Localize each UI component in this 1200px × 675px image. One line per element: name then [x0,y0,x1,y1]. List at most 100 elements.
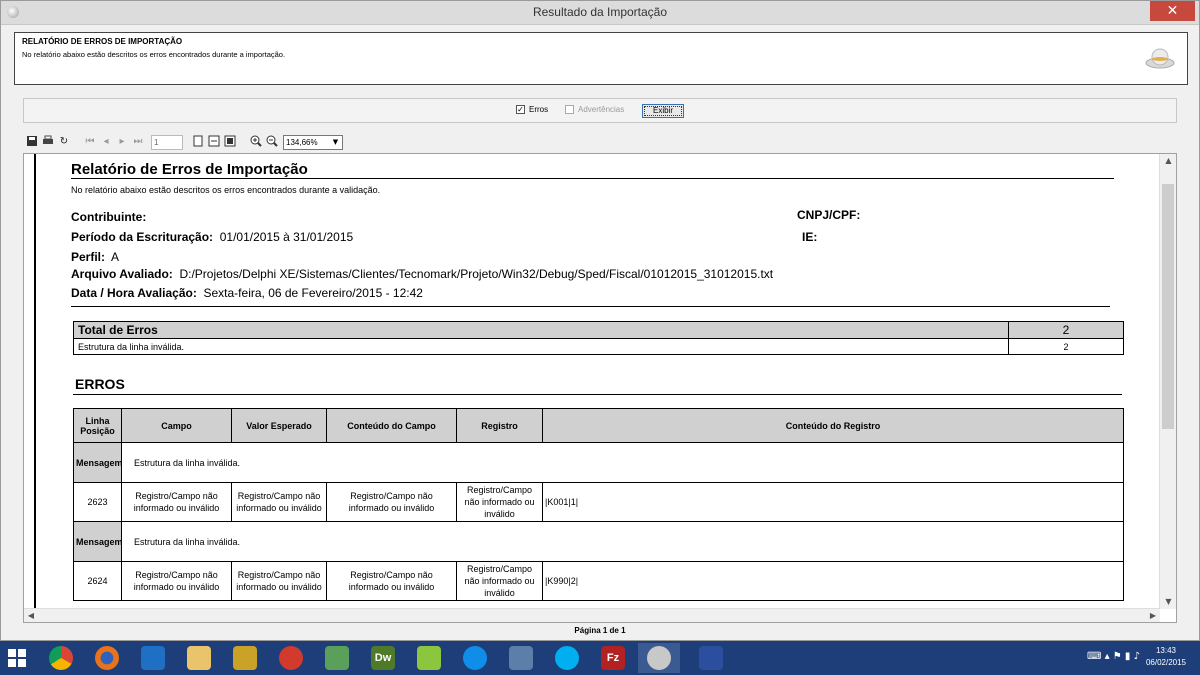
hat-logo-icon [1145,48,1175,69]
scroll-right-icon[interactable]: ▶ [1146,609,1160,622]
report-title: Relatório de Erros de Importação [71,161,308,178]
virtualbox-icon[interactable] [500,643,542,673]
report-subtitle: No relatório abaixo estão descritos os e… [71,185,381,195]
advertencias-check-box[interactable] [565,105,574,114]
single-page-icon[interactable] [191,135,205,149]
scroll-up-icon[interactable]: ▲ [1160,154,1176,168]
mensagem-text: Estrutura da linha inválida. [121,442,1124,483]
vertical-scrollbar[interactable]: ▲ ▼ [1159,154,1176,609]
col-linha-posicao: Linha Posição [73,408,122,443]
preview-toolbar: ↻ ⏮ ◂ ▸ ⏭ 1 134,66% ▼ [23,133,523,153]
app-red-icon[interactable] [270,643,312,673]
cell-campo: Registro/Campo não informado ou inválido [121,482,232,522]
data-hora-value: Sexta-feira, 06 de Fevereiro/2015 - 12:4… [203,286,423,300]
zoom-out-icon[interactable] [265,135,279,149]
cnpj-label: CNPJ/CPF: [797,208,861,222]
skype-icon[interactable] [546,643,588,673]
col-posicao-label: Posição [80,425,115,436]
header-title: RELATÓRIO DE ERROS DE IMPORTAÇÃO [22,37,183,46]
col-valor-esperado: Valor Esperado [231,408,327,443]
zoom-select[interactable]: 134,66% ▼ [283,135,343,150]
app-blue-icon[interactable] [690,643,732,673]
total-row-label: Estrutura da linha inválida. [73,338,1009,355]
total-row: Estrutura da linha inválida. 2 [73,338,1124,355]
window-title: Resultado da Importação [532,5,668,19]
delphi-icon[interactable] [224,643,266,673]
table-row: 2623 Registro/Campo não informado ou inv… [73,482,1124,522]
perfil-field: Perfil: A [71,250,119,264]
scroll-down-icon[interactable]: ▼ [1160,595,1176,609]
col-campo: Campo [121,408,232,443]
col-linha-label: Linha [85,415,110,426]
total-header-row: Total de Erros 2 [73,321,1124,339]
windows-start-icon[interactable] [8,649,26,667]
cell-linha: 2623 [73,482,122,522]
erros-rule [73,394,1122,395]
teamviewer-icon[interactable] [454,643,496,673]
mensagem-row: Mensagem Estrutura da linha inválida. [73,521,1124,562]
outlook-icon[interactable] [132,643,174,673]
ie-label: IE: [802,230,818,244]
firefox-icon[interactable] [86,643,128,673]
contribuinte-field: Contribuinte: [71,210,146,224]
total-row-value: 2 [1008,338,1124,355]
data-hora-field: Data / Hora Avaliação: Sexta-feira, 06 d… [71,286,423,300]
ie-field: IE: [802,230,817,244]
chevron-down-icon[interactable]: ▼ [330,136,341,149]
last-page-icon[interactable]: ⏭ [131,135,145,149]
advertencias-checkbox[interactable]: Advertências [565,105,624,114]
clock-date: 06/02/2015 [1145,658,1186,667]
clock[interactable]: 13:43 06/02/2015 [1146,645,1186,669]
cell-conteudo-registro: |K001|1| [542,482,1124,522]
erros-header-row: Linha Posição Campo Valor Esperado Conte… [73,408,1124,443]
print-icon[interactable] [41,135,55,149]
cell-conteudo-campo: Registro/Campo não informado ou inválido [326,482,457,522]
page-number-input[interactable]: 1 [151,135,183,150]
full-page-icon[interactable] [223,135,237,149]
erros-check-box[interactable]: ✓ [516,105,525,114]
exibir-button[interactable]: Exibir [642,104,684,118]
zoom-value: 134,66% [286,138,318,147]
erros-table: Linha Posição Campo Valor Esperado Conte… [73,408,1124,601]
app-gray-icon[interactable] [638,643,680,673]
first-page-icon[interactable]: ⏮ [83,135,97,149]
col-conteudo-registro: Conteúdo do Registro [542,408,1124,443]
advertencias-label: Advertências [578,105,625,114]
mensagem-text: Estrutura da linha inválida. [121,521,1124,562]
scroll-thumb[interactable] [1162,184,1174,429]
filezilla-icon[interactable]: Fz [592,643,634,673]
main-window: Resultado da Importação ✕ RELATÓRIO DE E… [0,0,1200,641]
filezilla-label: Fz [601,646,625,670]
save-icon[interactable] [25,135,39,149]
erros-section-title: ERROS [75,376,125,392]
page-width-icon[interactable] [207,135,221,149]
erros-checkbox[interactable]: ✓ Erros [516,105,548,114]
col-registro: Registro [456,408,543,443]
taskbar: Dw Fz ⌨ ▴ ⚑ ▮ ♪ 13:43 06/02/2015 [0,641,1200,675]
contribuinte-label: Contribuinte: [71,210,147,224]
data-hora-label: Data / Hora Avaliação: [71,286,197,300]
prev-page-icon[interactable]: ◂ [99,135,113,149]
app-green-icon[interactable] [316,643,358,673]
horizontal-scrollbar[interactable]: ◀ ▶ [24,608,1160,622]
cell-valor: Registro/Campo não informado ou inválido [231,482,327,522]
dreamweaver-icon[interactable]: Dw [362,643,404,673]
mensagem-label: Mensagem [73,521,123,562]
cnpj-field: CNPJ/CPF: [797,208,860,222]
close-button[interactable]: ✕ [1150,1,1195,21]
explorer-icon[interactable] [178,643,220,673]
cell-valor: Registro/Campo não informado ou inválido [231,561,327,601]
periodo-label: Período da Escrituração: [71,230,214,244]
cell-registro: Registro/Campo não informado ou inválido [456,482,543,522]
scroll-left-icon[interactable]: ◀ [24,609,38,622]
app-lime-icon[interactable] [408,643,450,673]
cell-campo: Registro/Campo não informado ou inválido [121,561,232,601]
cell-conteudo-registro: |K990|2| [542,561,1124,601]
refresh-icon[interactable]: ↻ [57,135,71,149]
next-page-icon[interactable]: ▸ [115,135,129,149]
table-row: 2624 Registro/Campo não informado ou inv… [73,561,1124,601]
clock-time: 13:43 [1155,646,1176,655]
cell-registro: Registro/Campo não informado ou inválido [456,561,543,601]
chrome-icon[interactable] [40,643,82,673]
zoom-in-icon[interactable] [249,135,263,149]
